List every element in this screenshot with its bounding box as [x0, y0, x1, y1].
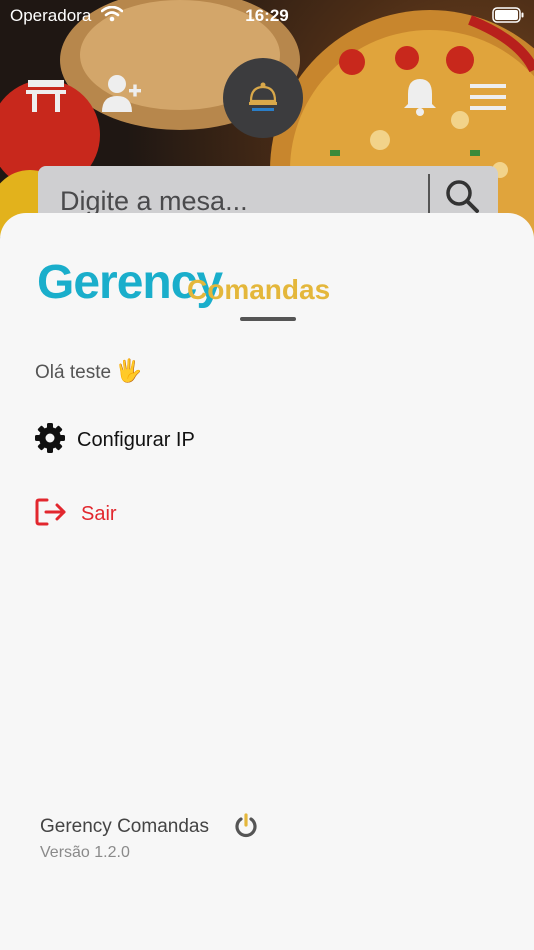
logout-menu-item[interactable]: Sair [35, 497, 117, 532]
power-icon [234, 813, 258, 844]
menu-icon[interactable] [470, 84, 506, 115]
configure-ip-label: Configurar IP [77, 429, 195, 451]
table-icon[interactable] [26, 78, 66, 119]
logo-secondary-text: Comandas [187, 274, 331, 305]
status-time: 16:29 [245, 6, 289, 25]
wave-hand-icon: 🖐 [115, 358, 143, 383]
logout-icon [35, 497, 67, 532]
search-divider [428, 174, 430, 218]
logo-accent-bar [240, 317, 296, 321]
status-bar: Operadora 16:29 [0, 0, 534, 30]
battery-icon [492, 7, 524, 28]
footer-app-name: Gerency Comandas [40, 816, 209, 837]
footer-version: Versão 1.2.0 [40, 844, 130, 861]
greeting-label: Olá teste [35, 362, 112, 383]
configure-ip-menu-item[interactable]: Configurar IP [35, 423, 195, 458]
bell-icon[interactable] [402, 76, 438, 121]
add-user-icon[interactable] [101, 74, 143, 119]
logout-label: Sair [81, 503, 117, 525]
gear-icon [35, 423, 65, 458]
service-bell-button[interactable] [223, 58, 303, 138]
service-bell-icon [246, 79, 280, 118]
drawer-sheet: Gerency Comandas Olá teste 🖐 Configurar I… [0, 213, 534, 950]
gerency-comandas-logo: Gerency Comandas [37, 255, 337, 321]
greeting-text: Olá teste 🖐 [35, 358, 142, 384]
